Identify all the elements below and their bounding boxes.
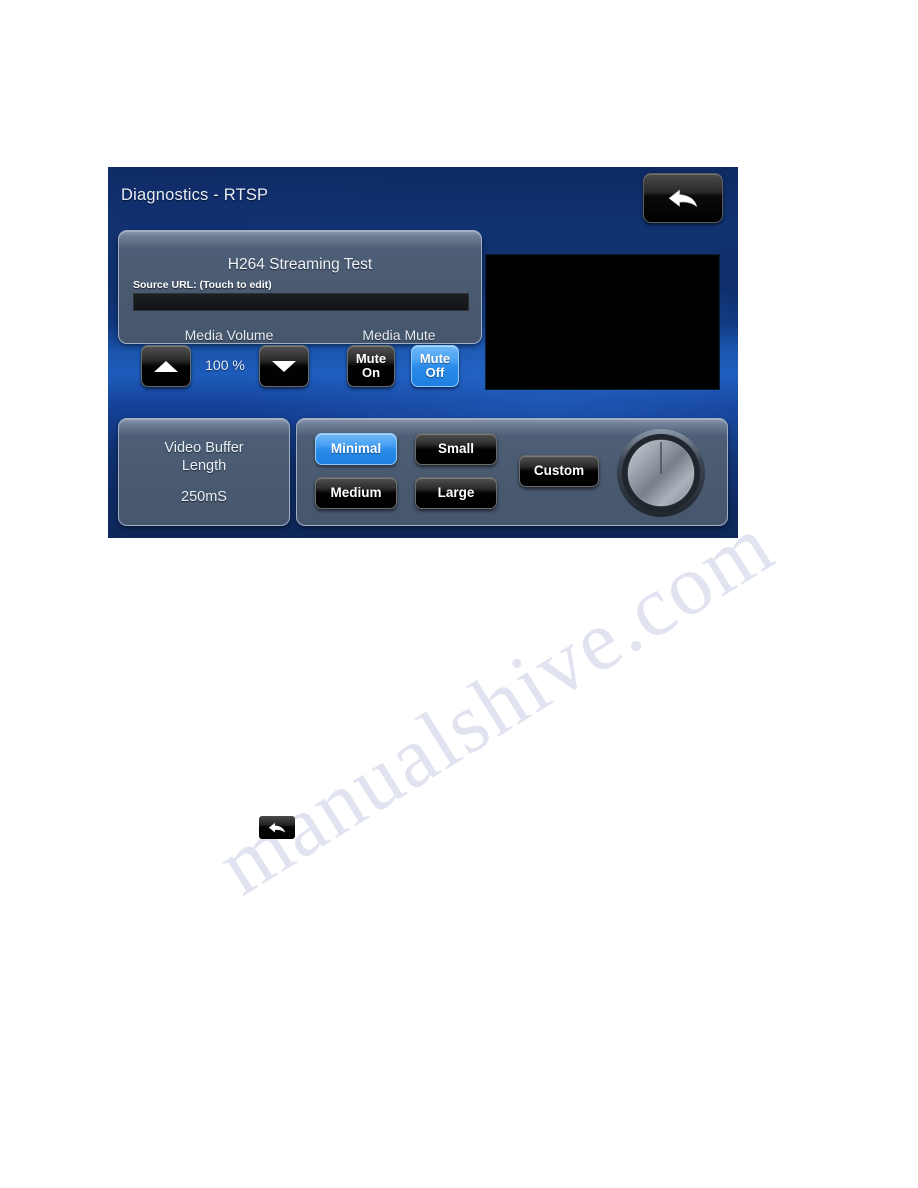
- touchpanel-screen: Diagnostics - RTSP H264 Streaming Test S…: [108, 167, 738, 538]
- volume-down-button[interactable]: [259, 345, 309, 387]
- video-buffer-length-panel: Video Buffer Length 250mS: [118, 418, 290, 526]
- back-button[interactable]: [643, 173, 723, 223]
- triangle-up-icon: [154, 360, 178, 372]
- video-buffer-length-title: Video Buffer Length: [119, 440, 289, 475]
- buffer-title-line2: Length: [181, 457, 227, 474]
- preset-custom-button[interactable]: Custom: [519, 455, 599, 487]
- mute-on-line2: On: [361, 365, 381, 380]
- source-url-input[interactable]: [133, 293, 469, 311]
- screen-header: Diagnostics - RTSP: [108, 167, 738, 229]
- preset-small-button[interactable]: Small: [415, 433, 497, 465]
- media-mute-label: Media Mute: [362, 327, 436, 343]
- preset-medium-button[interactable]: Medium: [315, 477, 397, 509]
- page-watermark: manualshive.com: [160, 496, 790, 920]
- watermark-text: manualshive.com: [201, 495, 790, 914]
- mute-off-line2: Off: [425, 365, 445, 380]
- video-buffer-length-value: 250mS: [181, 489, 227, 505]
- back-arrow-icon: [268, 822, 286, 833]
- mute-on-button[interactable]: Mute On: [347, 345, 395, 387]
- rotary-knob-icon[interactable]: [615, 427, 707, 519]
- h264-streaming-panel: H264 Streaming Test Source URL: (Touch t…: [118, 230, 482, 387]
- video-preview-window[interactable]: [485, 254, 720, 390]
- preset-large-button[interactable]: Large: [415, 477, 497, 509]
- volume-value: 100 %: [205, 357, 245, 373]
- inline-back-button[interactable]: [259, 816, 295, 839]
- media-volume-label: Media Volume: [184, 327, 274, 343]
- buffer-title-line1: Video Buffer: [164, 440, 244, 456]
- buffer-presets-panel: Minimal Small Medium Large Custom: [296, 418, 728, 526]
- page-title: Diagnostics - RTSP: [121, 186, 269, 204]
- back-arrow-icon: [668, 189, 698, 208]
- mute-off-button[interactable]: Mute Off: [411, 345, 459, 387]
- source-url-label: Source URL: (Touch to edit): [133, 279, 272, 291]
- triangle-down-icon: [272, 360, 296, 372]
- volume-up-button[interactable]: [141, 345, 191, 387]
- preset-minimal-button[interactable]: Minimal: [315, 433, 397, 465]
- streaming-panel-title: H264 Streaming Test: [227, 256, 373, 273]
